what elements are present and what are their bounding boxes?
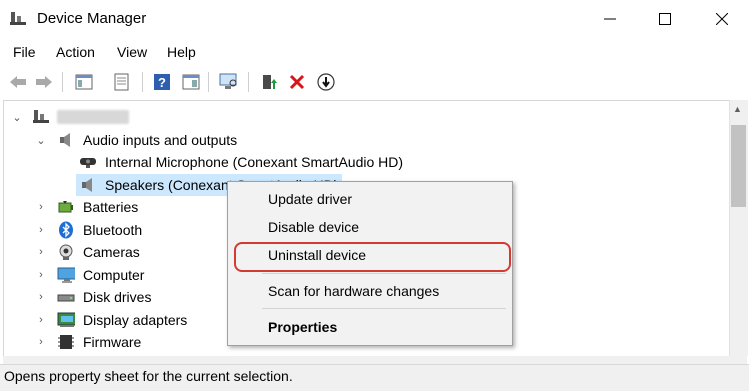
menu-separator	[262, 308, 506, 309]
display-adapter-icon	[57, 311, 75, 329]
device-manager-app-icon	[10, 10, 28, 28]
maximize-button[interactable]	[642, 0, 688, 38]
category-label: Firmware	[83, 334, 142, 350]
tree-root[interactable]: ⌄	[11, 106, 129, 128]
menu-item-scan-hardware-changes[interactable]: Scan for hardware changes	[268, 283, 439, 299]
chevron-down-icon[interactable]: ⌄	[11, 111, 23, 124]
tree-category-firmware[interactable]: › Firmware	[35, 331, 141, 353]
tree-category-batteries[interactable]: › Batteries	[35, 196, 138, 218]
tree-category-display-adapters[interactable]: › Display adapters	[35, 309, 187, 331]
toolbar-separator	[248, 72, 249, 92]
forward-arrow-icon[interactable]	[32, 70, 56, 94]
tree-category-audio[interactable]: ⌄ Audio inputs and outputs	[35, 129, 237, 151]
chevron-right-icon[interactable]: ›	[35, 246, 47, 258]
menu-bar	[0, 38, 749, 66]
update-driver-icon[interactable]	[257, 70, 281, 94]
tree-category-bluetooth[interactable]: › Bluetooth	[35, 219, 142, 241]
scroll-up-arrow-icon[interactable]: ▲	[733, 104, 742, 114]
menu-item-properties[interactable]: Properties	[268, 319, 337, 335]
back-arrow-icon[interactable]	[6, 70, 30, 94]
bluetooth-icon	[57, 221, 75, 239]
menu-separator	[262, 273, 506, 274]
menu-view[interactable]: View	[117, 44, 147, 60]
chevron-right-icon[interactable]: ›	[35, 201, 47, 213]
maximize-icon	[659, 13, 671, 25]
window-title: Device Manager	[37, 10, 147, 27]
chevron-down-icon[interactable]: ⌄	[35, 134, 47, 147]
firmware-chip-icon	[57, 333, 75, 351]
close-button[interactable]	[699, 0, 745, 38]
disk-drive-icon	[57, 288, 75, 306]
chevron-right-icon[interactable]: ›	[35, 224, 47, 236]
uninstall-icon[interactable]	[285, 70, 309, 94]
category-label: Batteries	[83, 199, 139, 215]
disable-device-icon[interactable]	[314, 70, 338, 94]
toolbar-separator	[62, 72, 63, 92]
category-label: Disk drives	[83, 289, 152, 305]
show-hide-console-tree-icon[interactable]	[72, 70, 96, 94]
menu-help[interactable]: Help	[167, 44, 196, 60]
microphone-icon	[79, 153, 97, 171]
battery-icon	[57, 198, 75, 216]
category-label: Cameras	[83, 244, 140, 260]
tree-category-disk-drives[interactable]: › Disk drives	[35, 286, 151, 308]
tree-category-computer[interactable]: › Computer	[35, 264, 144, 286]
status-text: Opens property sheet for the current sel…	[4, 368, 293, 384]
device-label: Internal Microphone (Conexant SmartAudio…	[105, 154, 404, 170]
tree-device-microphone[interactable]: Internal Microphone (Conexant SmartAudio…	[79, 151, 403, 173]
category-label: Audio inputs and outputs	[83, 132, 238, 148]
monitor-icon	[57, 266, 75, 284]
chevron-right-icon[interactable]: ›	[35, 291, 47, 303]
chevron-right-icon[interactable]: ›	[35, 269, 47, 281]
minimize-icon	[604, 18, 616, 20]
close-icon	[716, 13, 728, 25]
minimize-button[interactable]	[587, 0, 633, 38]
horizontal-scrollbar[interactable]	[3, 356, 747, 364]
chevron-right-icon[interactable]: ›	[35, 336, 47, 348]
tree-category-cameras[interactable]: › Cameras	[35, 241, 140, 263]
toolbar-separator	[208, 72, 209, 92]
toolbar-separator	[142, 72, 143, 92]
camera-icon	[57, 243, 75, 261]
speaker-icon	[57, 131, 75, 149]
properties-icon[interactable]	[110, 70, 134, 94]
action-pane-icon[interactable]	[179, 70, 203, 94]
uninstall-highlight-ring	[234, 242, 511, 272]
speaker-icon	[79, 176, 97, 194]
category-label: Bluetooth	[83, 222, 143, 238]
help-icon[interactable]: ?	[150, 70, 174, 94]
computer-name-redacted	[57, 110, 129, 124]
menu-file[interactable]: File	[13, 44, 36, 60]
menu-action[interactable]: Action	[56, 44, 95, 60]
scrollbar-thumb[interactable]	[731, 125, 746, 207]
svg-text:?: ?	[158, 75, 166, 90]
computer-root-icon	[33, 108, 51, 126]
menu-item-disable-device[interactable]: Disable device	[268, 219, 359, 235]
scan-hardware-icon[interactable]	[217, 70, 241, 94]
category-label: Display adapters	[83, 312, 188, 328]
menu-item-update-driver[interactable]: Update driver	[268, 191, 352, 207]
category-label: Computer	[83, 267, 145, 283]
chevron-right-icon[interactable]: ›	[35, 314, 47, 326]
